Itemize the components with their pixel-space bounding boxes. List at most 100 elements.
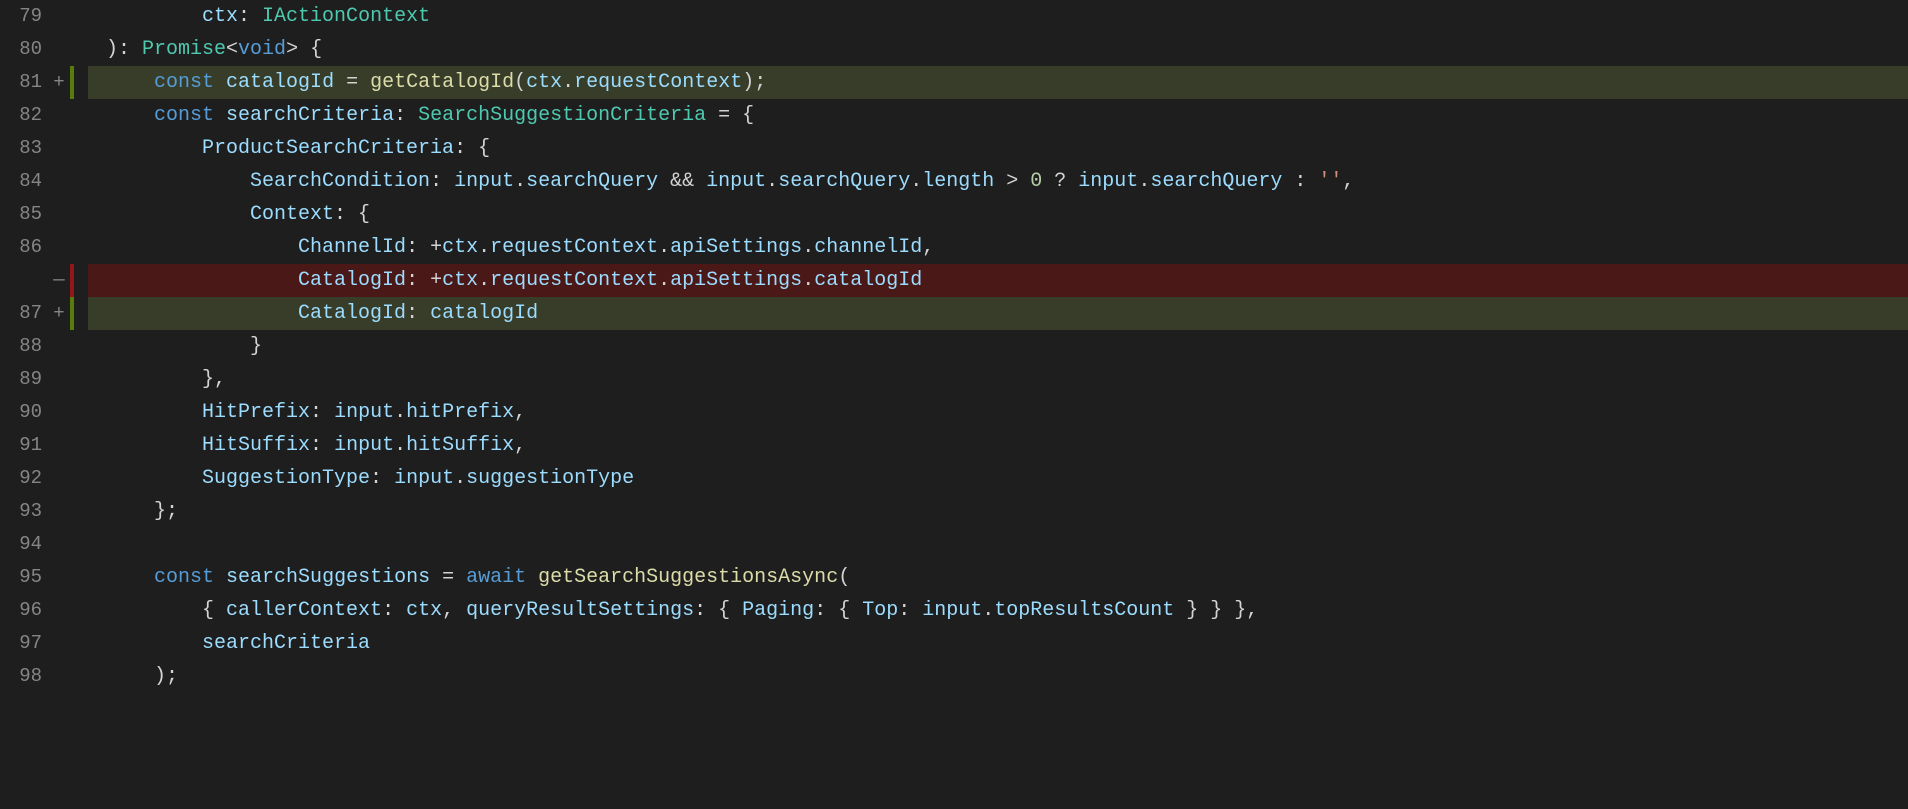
token-punct: > { [286,38,322,61]
code-content[interactable]: }; [88,495,1908,528]
token-var: ProductSearchCriteria [202,137,454,160]
token-var: input [454,170,514,193]
token-var: searchCriteria [202,632,370,655]
code-line[interactable]: 82 const searchCriteria: SearchSuggestio… [0,99,1908,132]
code-content[interactable]: HitSuffix: input.hitSuffix, [88,429,1908,462]
token-var: channelId [814,236,922,259]
diff-strip [70,66,74,99]
code-line[interactable]: 85 Context: { [0,198,1908,231]
code-content[interactable]: ProductSearchCriteria: { [88,132,1908,165]
token-var: CatalogId [298,269,406,292]
token-punct: . [982,599,994,622]
token-var: length [922,170,994,193]
code-line[interactable]: 84 SearchCondition: input.searchQuery &&… [0,165,1908,198]
line-number: 97 [0,627,48,660]
token-num: 0 [1030,170,1042,193]
code-line[interactable]: 92 SuggestionType: input.suggestionType [0,462,1908,495]
code-content[interactable]: const searchSuggestions = await getSearc… [88,561,1908,594]
token-var: input [334,401,394,424]
line-number: 88 [0,330,48,363]
gutter: 85 [0,198,88,231]
token-str: '' [1318,170,1342,193]
code-line[interactable]: 80 ): Promise<void> { [0,33,1908,66]
token-punct: : [310,401,334,424]
token-var: HitSuffix [202,434,310,457]
code-content[interactable]: } [88,330,1908,363]
token-punct: : { [334,203,370,226]
line-number: 80 [0,33,48,66]
token-op: : [1282,170,1318,193]
token-punct: . [454,467,466,490]
token-op [214,104,226,127]
code-line[interactable]: 89 }, [0,363,1908,396]
token-punct: : + [406,236,442,259]
token-op [214,71,226,94]
token-punct: } [250,335,262,358]
token-var: input [1078,170,1138,193]
code-line[interactable]: 79 ctx: IActionContext [0,0,1908,33]
line-number: 85 [0,198,48,231]
code-line[interactable]: 87+ CatalogId: catalogId [0,297,1908,330]
code-line[interactable]: 91 HitSuffix: input.hitSuffix, [0,429,1908,462]
token-punct: ): [106,38,142,61]
token-punct: , [922,236,934,259]
code-line[interactable]: 97 searchCriteria [0,627,1908,660]
code-content[interactable]: ): Promise<void> { [88,33,1908,66]
code-content[interactable]: const searchCriteria: SearchSuggestionCr… [88,99,1908,132]
token-var: searchQuery [526,170,658,193]
token-var: ctx [442,236,478,259]
token-punct: . [394,434,406,457]
line-number: 93 [0,495,48,528]
code-content[interactable]: HitPrefix: input.hitPrefix, [88,396,1908,429]
token-var: Paging [742,599,814,622]
code-content[interactable]: Context: { [88,198,1908,231]
gutter: 87+ [0,297,88,330]
token-var: callerContext [226,599,382,622]
token-var: ctx [442,269,478,292]
code-content[interactable]: ChannelId: +ctx.requestContext.apiSettin… [88,231,1908,264]
code-line[interactable]: 96 { callerContext: ctx, queryResultSett… [0,594,1908,627]
code-line[interactable]: 81+ const catalogId = getCatalogId(ctx.r… [0,66,1908,99]
code-line[interactable]: 98 ); [0,660,1908,693]
token-punct: . [802,236,814,259]
token-type: SearchSuggestionCriteria [418,104,706,127]
token-punct: . [1138,170,1150,193]
token-kw: await [466,566,526,589]
code-line[interactable]: 86 ChannelId: +ctx.requestContext.apiSet… [0,231,1908,264]
code-line[interactable]: 94 [0,528,1908,561]
code-line[interactable]: 93 }; [0,495,1908,528]
code-content[interactable]: CatalogId: catalogId [88,297,1908,330]
code-line[interactable]: 95 const searchSuggestions = await getSe… [0,561,1908,594]
gutter: 89 [0,363,88,396]
gutter: 83 [0,132,88,165]
token-op: > [994,170,1030,193]
code-line[interactable]: 88 } [0,330,1908,363]
token-punct: } } }, [1174,599,1258,622]
token-var: catalogId [226,71,334,94]
code-content[interactable]: searchCriteria [88,627,1908,660]
code-content[interactable]: CatalogId: +ctx.requestContext.apiSettin… [88,264,1908,297]
code-content[interactable]: ctx: IActionContext [88,0,1908,33]
code-content[interactable]: ); [88,660,1908,693]
token-type: IActionContext [262,5,430,28]
token-punct: . [478,269,490,292]
token-kw: void [238,38,286,61]
token-op: = [334,71,370,94]
code-content[interactable]: { callerContext: ctx, queryResultSetting… [88,594,1908,627]
gutter: 84 [0,165,88,198]
token-kw: const [154,104,214,127]
code-line[interactable]: 90 HitPrefix: input.hitPrefix, [0,396,1908,429]
line-number: 96 [0,594,48,627]
code-content[interactable]: SearchCondition: input.searchQuery && in… [88,165,1908,198]
code-editor[interactable]: 79 ctx: IActionContext80 ): Promise<void>… [0,0,1908,693]
code-content[interactable]: }, [88,363,1908,396]
code-line[interactable]: 83 ProductSearchCriteria: { [0,132,1908,165]
code-content[interactable]: const catalogId = getCatalogId(ctx.reque… [88,66,1908,99]
code-line[interactable]: — CatalogId: +ctx.requestContext.apiSett… [0,264,1908,297]
token-var: suggestionType [466,467,634,490]
token-var: ctx [526,71,562,94]
token-punct: , [442,599,466,622]
token-punct: . [658,236,670,259]
token-var: apiSettings [670,269,802,292]
code-content[interactable]: SuggestionType: input.suggestionType [88,462,1908,495]
